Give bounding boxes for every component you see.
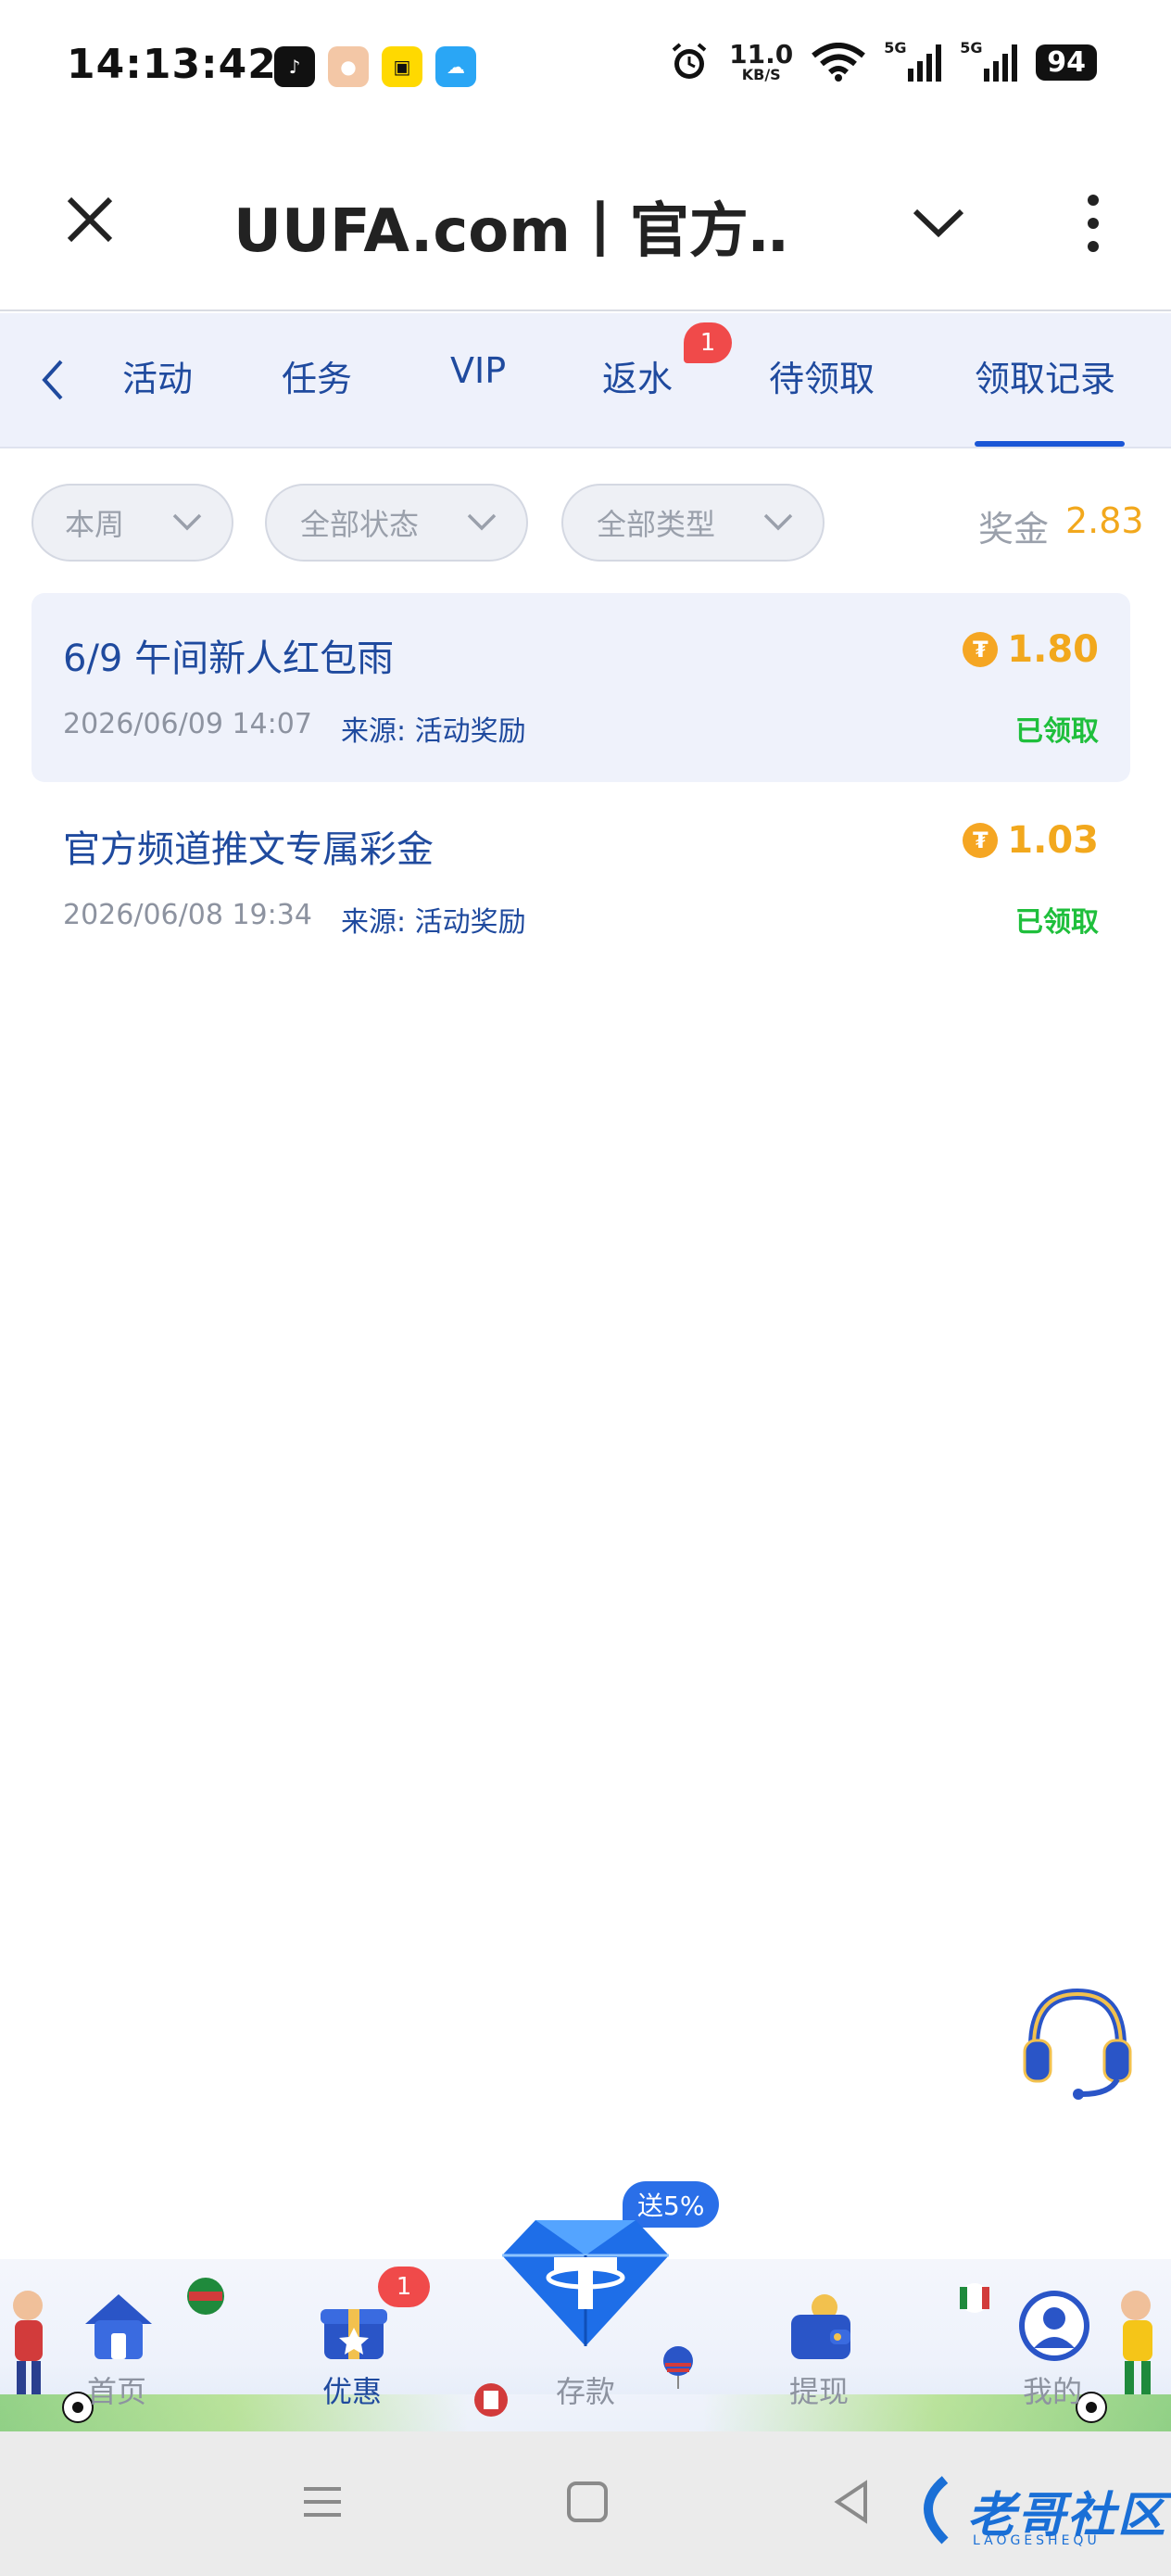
list-item[interactable]: 官方频道推文专属彩金 2026/06/08 19:34 来源: 活动奖励 ₮ 1… <box>31 784 1130 973</box>
tab-pending[interactable]: 待领取 <box>769 350 875 401</box>
net-speed-unit: KB/S <box>741 66 781 83</box>
record-date: 2026/06/08 19:34 <box>63 899 312 931</box>
type-filter[interactable]: 全部类型 <box>561 484 825 562</box>
type-filter-label: 全部类型 <box>597 507 716 542</box>
tiktok-icon: ♪ <box>274 46 315 87</box>
menu-icon[interactable] <box>295 2474 350 2530</box>
nav-withdraw-label: 提现 <box>788 2374 849 2409</box>
record-amount: ₮ 1.80 <box>963 628 1099 671</box>
tab-rebate[interactable]: 返水 <box>602 350 673 401</box>
tab-vip[interactable]: VIP <box>450 350 506 391</box>
chevron-down-icon <box>467 513 497 531</box>
expand-button[interactable] <box>908 195 969 250</box>
tab-claim-history[interactable]: 领取记录 <box>975 350 1115 401</box>
chevron-down-icon <box>763 513 793 531</box>
user-avatar-icon <box>1019 2291 1089 2361</box>
record-status: 已领取 <box>1015 906 1099 939</box>
close-icon <box>67 196 113 243</box>
rebate-badge: 1 <box>684 322 732 363</box>
dog-app-icon: ● <box>328 46 369 87</box>
usdt-coin-icon: ₮ <box>963 632 999 667</box>
record-amount-value: 1.80 <box>1007 628 1099 671</box>
bonus-total-value: 2.83 <box>1065 500 1144 541</box>
browser-header: UUFA.com丨官方… <box>0 139 1171 311</box>
active-tab-indicator <box>975 441 1125 447</box>
customer-support-button[interactable] <box>1017 1979 1138 2100</box>
status-time: 14:13:42 <box>67 41 277 88</box>
status-app-icons: ♪ ● ▣ ☁ <box>274 46 476 87</box>
close-button[interactable] <box>57 187 122 252</box>
watermark-subtext: LAOGESHEQU <box>973 2533 1101 2548</box>
list-item[interactable]: 6/9 午间新人红包雨 2026/06/09 14:07 来源: 活动奖励 ₮ … <box>31 593 1130 782</box>
tab-tasks[interactable]: 任务 <box>282 350 352 401</box>
record-title: 6/9 午间新人红包雨 <box>63 638 395 680</box>
dot-icon <box>1088 241 1099 252</box>
sim2-label: 5G <box>960 39 983 57</box>
nav-profile[interactable]: 我的 <box>978 2259 1127 2431</box>
net-speed-value: 11.0 <box>729 39 794 69</box>
deposit-button[interactable] <box>498 2211 673 2350</box>
cloud-app-icon: ☁ <box>435 46 476 87</box>
status-indicators: 11.0 KB/S 5G 5G 94 <box>668 39 1097 83</box>
period-filter[interactable]: 本周 <box>31 484 233 562</box>
headset-icon <box>1023 1988 1132 2100</box>
record-date: 2026/06/09 14:07 <box>63 708 312 740</box>
signal-icon-sim2: 5G <box>960 39 1018 82</box>
nav-withdraw[interactable]: 提现 <box>745 2259 893 2431</box>
diamond-usdt-icon <box>502 2220 669 2346</box>
nav-home[interactable]: 首页 <box>43 2259 191 2431</box>
record-amount-value: 1.03 <box>1007 819 1099 862</box>
dot-icon <box>1088 218 1099 229</box>
battery-indicator: 94 <box>1036 44 1097 81</box>
category-tabs: 活动 任务 VIP 返水 待领取 领取记录 <box>0 313 1171 448</box>
nav-home-label: 首页 <box>86 2374 146 2409</box>
home-icon <box>85 2294 152 2359</box>
status-filter[interactable]: 全部状态 <box>265 484 528 562</box>
record-source: 来源: 活动奖励 <box>341 906 526 939</box>
nav-profile-label: 我的 <box>1022 2374 1082 2409</box>
chevron-left-icon <box>42 360 63 400</box>
network-speed: 11.0 KB/S <box>729 42 793 82</box>
dot-icon <box>1088 195 1099 206</box>
record-title: 官方频道推文专属彩金 <box>63 828 434 871</box>
record-amount: ₮ 1.03 <box>963 819 1099 862</box>
nav-promotions-label: 优惠 <box>321 2374 382 2409</box>
signal-icon-sim1: 5G <box>884 39 942 82</box>
tab-activity[interactable]: 活动 <box>122 350 193 401</box>
usdt-coin-icon: ₮ <box>963 823 999 858</box>
back-triangle-icon[interactable] <box>825 2474 880 2530</box>
period-filter-label: 本周 <box>65 507 125 542</box>
status-bar: 14:13:42 ♪ ● ▣ ☁ 11.0 KB/S 5G 5G 94 <box>0 0 1171 139</box>
wifi-icon <box>812 43 866 82</box>
flag-ball-icon <box>474 2383 508 2417</box>
yellow-app-icon: ▣ <box>382 46 422 87</box>
wallet-icon <box>791 2294 850 2359</box>
flag-ball-icon <box>187 2278 224 2315</box>
promotions-badge: 1 <box>378 2267 430 2307</box>
record-source: 来源: 活动奖励 <box>341 715 526 748</box>
status-filter-label: 全部状态 <box>300 507 420 542</box>
sim1-label: 5G <box>884 39 907 57</box>
more-menu-button[interactable] <box>1075 191 1112 256</box>
alarm-icon <box>672 43 707 79</box>
page-title: UUFA.com丨官方… <box>233 197 789 266</box>
bonus-total-label: 奖金 <box>978 509 1050 549</box>
home-square-icon[interactable] <box>560 2474 615 2530</box>
flag-balloon-icon <box>663 2346 693 2389</box>
nav-deposit-label: 存款 <box>555 2374 615 2409</box>
chevron-down-icon <box>172 513 202 531</box>
chevron-down-icon <box>913 208 964 238</box>
record-status: 已领取 <box>1015 715 1099 748</box>
tabs-scroll-left-button[interactable] <box>33 352 70 408</box>
